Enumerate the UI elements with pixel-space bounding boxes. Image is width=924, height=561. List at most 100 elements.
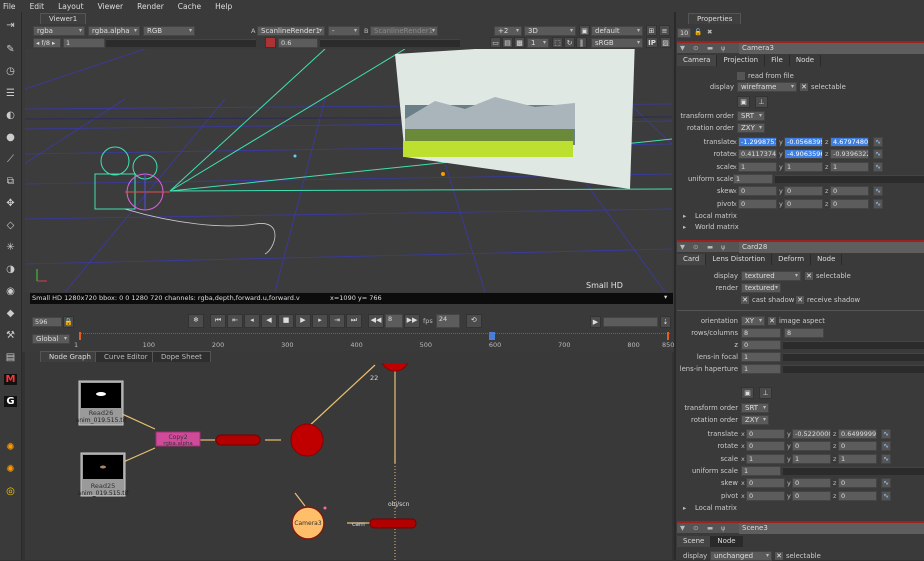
collapse-icon[interactable]: ▼ <box>680 524 685 532</box>
card-skew-z-field[interactable]: 0 <box>838 478 877 489</box>
tab-card[interactable]: Card <box>677 254 707 265</box>
plugin-b-icon[interactable]: ✺ <box>4 464 17 475</box>
prev-frame-button[interactable]: ◂ <box>244 314 260 328</box>
wipe-icon[interactable]: ▨ <box>660 37 671 48</box>
card-uniform-scale-slider[interactable] <box>783 466 924 475</box>
range-end-marker[interactable] <box>667 332 669 340</box>
clip-warning-icon[interactable]: ≡ <box>659 25 670 36</box>
card-rotation-order-dropdown[interactable]: ZXY <box>741 415 769 425</box>
gain-slider[interactable] <box>106 39 256 47</box>
read-from-file-checkbox[interactable] <box>737 72 745 80</box>
input-a-op-dropdown[interactable]: - <box>328 26 360 36</box>
ip-button[interactable]: IP <box>646 37 658 48</box>
animation-curve-icon[interactable]: ∿ <box>873 161 883 172</box>
float-icon[interactable]: ψ <box>721 524 725 532</box>
menu-edit[interactable]: Edit <box>30 2 45 11</box>
downrez-dropdown[interactable]: +2 <box>494 26 522 36</box>
world-matrix-toggle[interactable]: World matrix <box>695 223 739 231</box>
card-uniform-scale-field[interactable]: 1 <box>741 465 781 476</box>
filter-icon[interactable]: ● <box>4 132 17 143</box>
merge-node[interactable] <box>290 423 324 457</box>
animation-curve-icon[interactable]: ∿ <box>881 490 891 501</box>
proxy-dropdown[interactable]: 1 <box>527 38 549 48</box>
lens-haperture-slider[interactable] <box>783 365 924 373</box>
viewport-3d[interactable] <box>25 49 672 292</box>
camera-uniform-scale-field[interactable]: 1 <box>733 173 773 184</box>
proxy-icon[interactable]: ▩ <box>514 37 525 48</box>
camera-selectable-checkbox[interactable]: ✕ <box>800 83 808 91</box>
axis-icon[interactable]: ⊥ <box>755 96 768 108</box>
read25-node[interactable]: Read25 anim_019.515.tif <box>78 452 130 497</box>
clipboard-icon[interactable]: ▣ <box>737 96 750 108</box>
camera-scale-y-field[interactable]: 1 <box>784 161 823 172</box>
first-frame-button[interactable]: ⏮ <box>210 314 226 328</box>
channels-dropdown[interactable]: rgba <box>33 26 85 36</box>
view-mode-dropdown[interactable]: 3D <box>524 26 576 36</box>
camera-skew-z-field[interactable]: 0 <box>830 186 869 197</box>
input-a-dropdown[interactable]: ScanlineRender1 <box>257 26 325 36</box>
center-node-icon[interactable]: ⊙ <box>693 243 698 251</box>
info-dropdown-icon[interactable]: ▾ <box>664 293 667 301</box>
card-scale-y-field[interactable]: 1 <box>792 453 831 464</box>
g-plugin-icon[interactable]: G <box>4 396 17 407</box>
card-translate-x-field[interactable]: 0 <box>746 429 785 439</box>
animation-curve-icon[interactable]: ∿ <box>873 137 883 147</box>
render-dropdown[interactable]: textured <box>741 283 781 293</box>
color-icon[interactable]: ◐ <box>4 110 17 121</box>
particles-icon[interactable]: ✳ <box>4 242 17 253</box>
fstop-stepper[interactable]: ◂ f/8 ▸ <box>33 38 61 48</box>
display-channels-dropdown[interactable]: RGB <box>143 26 195 36</box>
transform-icon[interactable]: ✥ <box>4 198 17 209</box>
float-icon[interactable]: ψ <box>721 243 725 251</box>
camera-skew-x-field[interactable]: 0 <box>738 186 777 197</box>
menu-viewer[interactable]: Viewer <box>98 2 124 11</box>
refresh-icon[interactable]: ↻ <box>564 37 575 48</box>
card-rotate-y-field[interactable]: 0 <box>792 441 831 452</box>
card-rotate-x-field[interactable]: 0 <box>746 441 785 452</box>
toolsets-icon[interactable]: ⚒ <box>4 330 17 341</box>
pause-icon[interactable]: ‖ <box>576 37 587 48</box>
gamma-slider[interactable] <box>320 39 460 47</box>
z-slider[interactable] <box>783 341 924 349</box>
animation-curve-icon[interactable]: ∿ <box>881 478 891 489</box>
card-scale-x-field[interactable]: 1 <box>746 453 785 464</box>
tab-file[interactable]: File <box>765 55 790 66</box>
tab-deform[interactable]: Deform <box>772 254 812 265</box>
scene3-name[interactable]: Scene3 <box>739 523 924 534</box>
skip-forward-button[interactable]: ▶▶ <box>404 314 420 328</box>
flipbook-field[interactable] <box>603 317 658 327</box>
image-nodes-icon[interactable]: ⇥ <box>4 20 17 31</box>
z-field[interactable]: 0 <box>741 340 781 350</box>
input-b-dropdown[interactable]: ScanlineRender1 <box>370 26 438 36</box>
overlay-icon[interactable]: ▭ <box>490 37 501 48</box>
3d-icon[interactable]: ◇ <box>4 220 17 231</box>
menu-file[interactable]: File <box>3 2 16 11</box>
camera-pivot-z-field[interactable]: 0 <box>830 198 869 209</box>
center-node-icon[interactable]: ⊙ <box>693 524 698 532</box>
current-frame-marker[interactable] <box>489 332 496 340</box>
animation-curve-icon[interactable]: ∿ <box>873 186 883 197</box>
scanlinerender-node[interactable] <box>369 518 417 529</box>
camera-translate-y-field[interactable]: -0.05683995 <box>784 137 823 147</box>
max-panels-field[interactable]: 10 <box>677 28 691 38</box>
tab-camera[interactable]: Camera <box>677 55 718 66</box>
camera3-node[interactable]: Camera3 <box>291 506 325 540</box>
card-pivot-y-field[interactable]: 0 <box>792 490 831 501</box>
menu-help[interactable]: Help <box>215 2 232 11</box>
camera-display-dropdown[interactable]: wireframe <box>737 82 797 92</box>
next-keyframe-button[interactable]: ⇥ <box>329 314 345 328</box>
rows-field[interactable]: 8 <box>741 328 781 338</box>
animation-curve-icon[interactable]: ∿ <box>873 198 883 209</box>
camera-translate-x-field[interactable]: -1.29987574 <box>738 137 777 147</box>
camera-uniform-scale-slider[interactable] <box>775 174 924 183</box>
float-icon[interactable]: ψ <box>721 44 725 52</box>
alpha-dropdown[interactable]: rgba.alpha <box>88 26 140 36</box>
animation-curve-icon[interactable]: ∿ <box>873 149 883 160</box>
tab-card-node[interactable]: Node <box>811 254 843 265</box>
flipbook-icon[interactable]: ▶ <box>590 316 601 328</box>
gamma-field[interactable]: 0.6 <box>278 38 318 48</box>
scene-node[interactable] <box>381 363 409 372</box>
camera-rotate-z-field[interactable]: -0.93963223 <box>830 149 869 160</box>
card-pivot-x-field[interactable]: 0 <box>746 490 785 501</box>
play-forward-button[interactable]: ▶ <box>295 314 311 328</box>
